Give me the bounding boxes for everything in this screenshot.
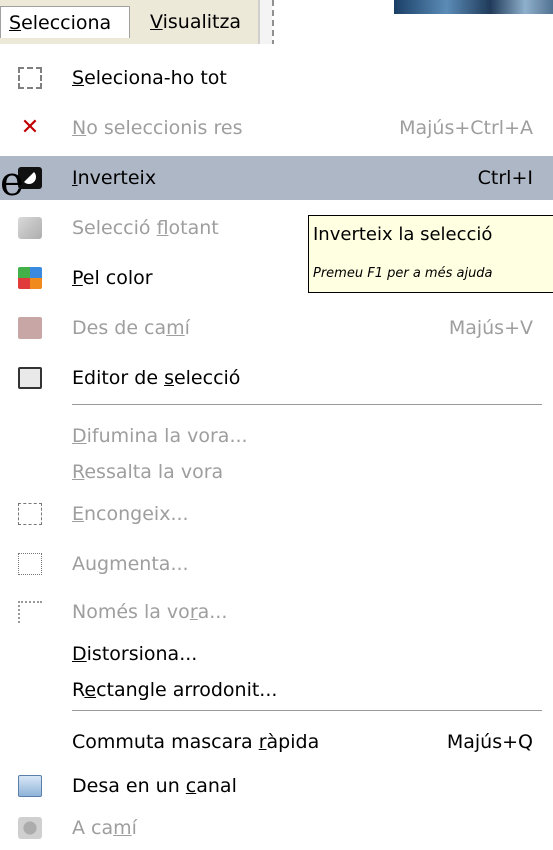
menu-item-quick-mask[interactable]: Commuta mascara ràpida Majús+Q bbox=[0, 720, 553, 764]
image-content bbox=[394, 0, 553, 14]
menu-item-select-all[interactable]: Seleciona-ho tot bbox=[0, 56, 553, 100]
menu-item-shortcut: Majús+Ctrl+A bbox=[399, 117, 533, 139]
menu-item-invert[interactable]: Inverteix Ctrl+I bbox=[0, 156, 553, 200]
select-none-icon: ✕ bbox=[20, 115, 40, 140]
menu-item-sharpen[interactable]: Ressalta la vora bbox=[0, 450, 553, 494]
by-color-icon bbox=[18, 267, 42, 289]
menu-item-shrink[interactable]: Encongeix... bbox=[0, 492, 553, 536]
selection-menu: Seleciona-ho tot ✕ No seleccionis res Ma… bbox=[0, 44, 553, 848]
float-icon bbox=[18, 217, 42, 239]
menu-selecciona[interactable]: Selecciona bbox=[0, 6, 130, 38]
menu-item-rounded-rectangle[interactable]: Rectangle arrodonit... bbox=[0, 668, 553, 712]
menu-item-shortcut: Majús+V bbox=[448, 317, 533, 339]
menu-visualitza[interactable]: Visualitza bbox=[142, 6, 249, 38]
shrink-icon bbox=[18, 503, 42, 525]
menu-item-label: Només la vora... bbox=[72, 601, 228, 623]
menu-item-label: Encongeix... bbox=[72, 503, 189, 525]
menu-item-label: Ressalta la vora bbox=[72, 461, 224, 483]
menu-item-label: Inverteix bbox=[72, 167, 157, 189]
menubar: Selecciona Visualitza bbox=[0, 0, 260, 45]
tooltip-title: Inverteix la selecció bbox=[313, 224, 493, 245]
menu-item-label: Editor de selecció bbox=[72, 367, 241, 389]
from-path-icon bbox=[18, 317, 42, 339]
to-path-icon bbox=[18, 817, 42, 839]
border-icon bbox=[18, 601, 42, 623]
menu-item-label: A camí bbox=[72, 817, 137, 839]
menu-item-from-path[interactable]: Des de camí Majús+V bbox=[0, 306, 553, 350]
tooltip: Inverteix la selecció Premeu F1 per a mé… bbox=[308, 215, 553, 293]
menu-item-label: Desa en un canal bbox=[72, 775, 237, 797]
menu-item-select-none[interactable]: ✕ No seleccionis res Majús+Ctrl+A bbox=[0, 106, 553, 150]
menu-item-grow[interactable]: Augmenta... bbox=[0, 542, 553, 586]
menu-item-border[interactable]: Només la vora... bbox=[0, 590, 553, 634]
menu-item-label: Selecció flotant bbox=[72, 217, 219, 239]
menu-item-to-path[interactable]: A camí bbox=[0, 806, 553, 850]
grow-icon bbox=[18, 553, 42, 575]
menu-item-label: Des de camí bbox=[72, 317, 190, 339]
selection-editor-icon bbox=[18, 367, 42, 389]
menu-item-shortcut: Majús+Q bbox=[446, 731, 533, 753]
save-to-channel-icon bbox=[18, 775, 42, 797]
menu-item-label: Seleciona-ho tot bbox=[72, 67, 227, 89]
menu-separator bbox=[72, 710, 542, 711]
menu-item-selection-editor[interactable]: Editor de selecció bbox=[0, 356, 553, 400]
menu-item-label: Pel color bbox=[72, 267, 153, 289]
menu-item-save-to-channel[interactable]: Desa en un canal bbox=[0, 764, 553, 808]
menu-item-label: Rectangle arrodonit... bbox=[72, 679, 278, 701]
tooltip-help: Premeu F1 per a més ajuda bbox=[313, 266, 493, 281]
menu-item-label: No seleccionis res bbox=[72, 117, 243, 139]
menu-item-label: Augmenta... bbox=[72, 553, 189, 575]
cut-off-glyph: e bbox=[0, 159, 24, 205]
menu-separator bbox=[72, 404, 542, 405]
menu-item-shortcut: Ctrl+I bbox=[477, 167, 533, 189]
menu-item-label: Commuta mascara ràpida bbox=[72, 731, 320, 753]
select-all-icon bbox=[18, 67, 42, 89]
